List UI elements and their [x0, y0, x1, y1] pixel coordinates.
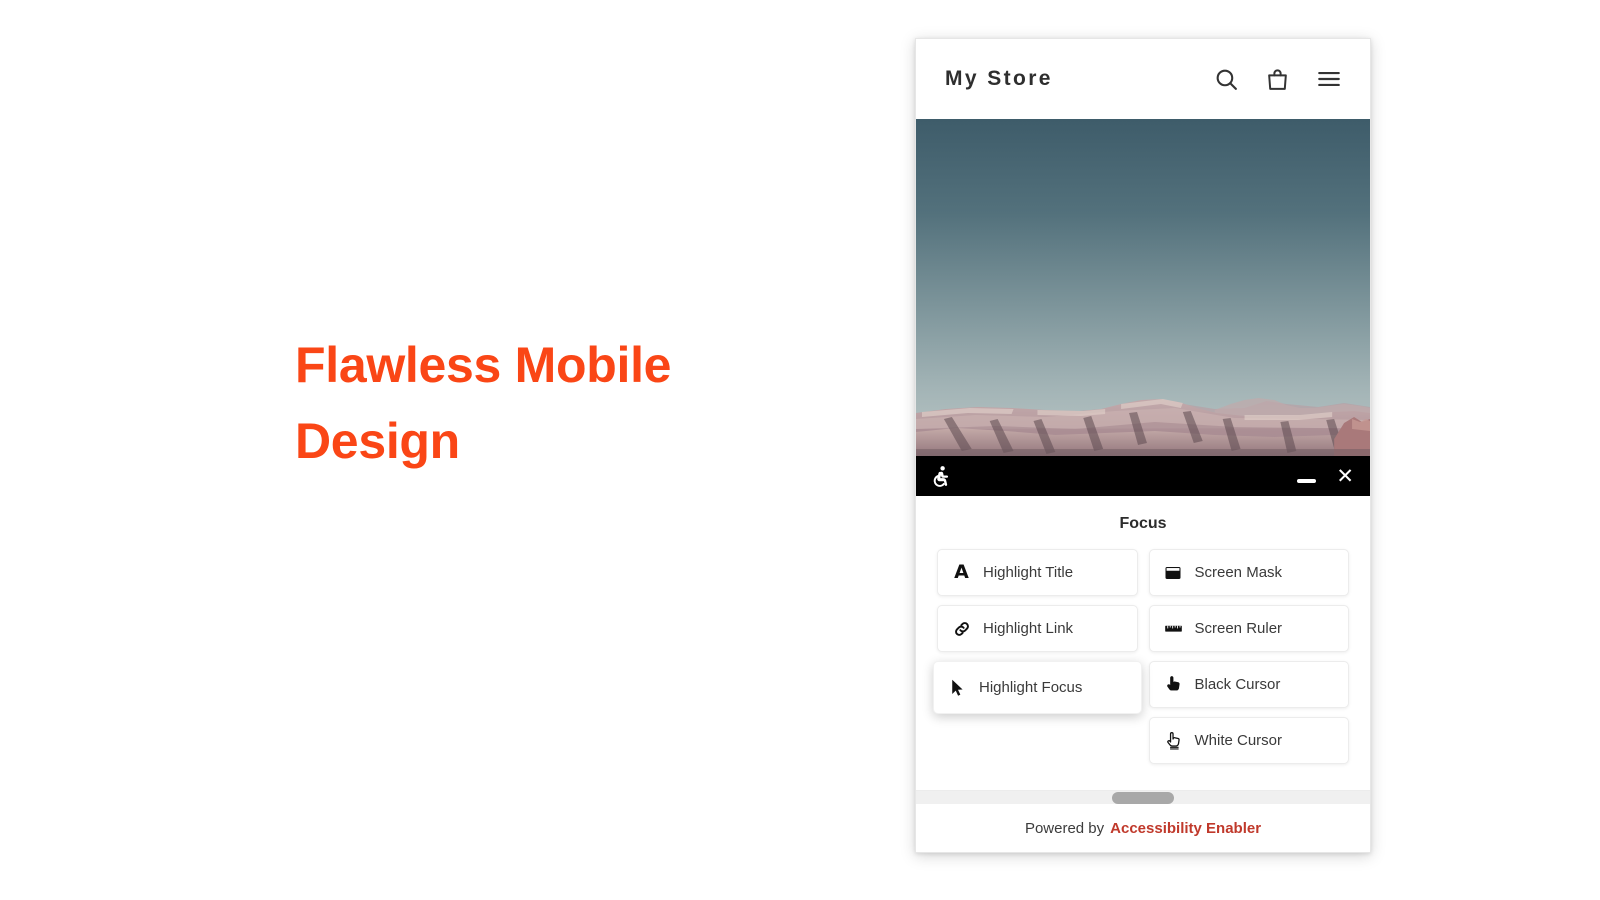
letter-a-icon: A: [954, 561, 969, 583]
page-headline: Flawless Mobile Design: [295, 337, 672, 469]
brand-link[interactable]: Accessibility Enabler: [1110, 820, 1261, 837]
arrow-pointer-icon: [948, 679, 967, 697]
black-hand-cursor-icon: [1164, 675, 1183, 694]
option-highlight-focus[interactable]: Highlight Focus: [933, 661, 1142, 714]
footer-prefix: Powered by: [1024, 819, 1105, 837]
option-screen-mask[interactable]: Screen Mask: [1148, 549, 1349, 596]
option-screen-ruler[interactable]: Screen Ruler: [1148, 605, 1349, 652]
option-label: White Cursor: [1194, 732, 1283, 749]
option-label: Highlight Focus: [979, 679, 1083, 696]
screen-mask-icon: [1164, 564, 1183, 582]
option-highlight-title[interactable]: A Highlight Title: [937, 549, 1138, 596]
store-title: My Store: [945, 67, 1053, 90]
hero-illustration: [916, 119, 1370, 456]
accessibility-options-grid: A Highlight Title Highlight Link Highlig…: [916, 549, 1370, 782]
option-black-cursor[interactable]: Black Cursor: [1148, 661, 1349, 708]
white-hand-cursor-icon: [1164, 731, 1183, 750]
shopping-bag-icon[interactable]: [1265, 67, 1290, 92]
option-label: Highlight Link: [983, 620, 1074, 637]
horizontal-scrollbar[interactable]: [916, 790, 1370, 804]
scrollbar-thumb[interactable]: [1112, 792, 1174, 804]
accessibility-widget-titlebar: ✕: [916, 456, 1370, 496]
option-label: Highlight Title: [983, 564, 1074, 581]
panel-footer: Powered by Accessibility Enabler: [916, 804, 1370, 852]
search-icon[interactable]: [1214, 67, 1239, 92]
mobile-device-frame: My Store ✕ Focus A Highlight Title Highl…: [915, 38, 1371, 853]
options-column-left: A Highlight Title Highlight Link Highlig…: [933, 549, 1142, 764]
store-header: My Store: [916, 39, 1370, 119]
accessibility-wheelchair-icon[interactable]: [929, 465, 952, 488]
option-label: Black Cursor: [1194, 676, 1281, 693]
options-column-right: Screen Mask Screen Ruler Black Cursor Wh…: [1148, 549, 1349, 764]
option-label: Screen Ruler: [1194, 620, 1283, 637]
minimize-button[interactable]: [1297, 479, 1317, 483]
store-header-icons: [1214, 66, 1342, 92]
hamburger-menu-icon[interactable]: [1316, 66, 1342, 92]
close-button[interactable]: ✕: [1336, 465, 1354, 487]
panel-title: Focus: [1119, 515, 1167, 532]
option-label: Screen Mask: [1194, 564, 1283, 581]
link-chain-icon: [952, 620, 971, 638]
screenshot-root: Flawless Mobile Design My Store ✕ Focus …: [0, 0, 1600, 900]
accessibility-panel-body: Focus A Highlight Title Highlight Link H…: [916, 496, 1370, 852]
window-controls: ✕: [1297, 465, 1354, 487]
option-highlight-link[interactable]: Highlight Link: [937, 605, 1138, 652]
ruler-icon: [1164, 619, 1183, 638]
hero-image: [916, 119, 1370, 456]
option-white-cursor[interactable]: White Cursor: [1148, 717, 1349, 764]
